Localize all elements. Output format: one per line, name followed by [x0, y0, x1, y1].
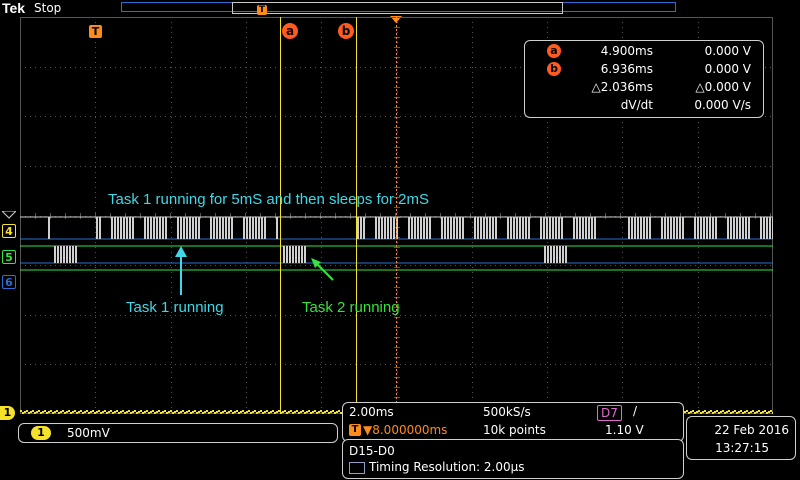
top-status-bar: Tek Stop T	[0, 0, 800, 23]
cursor-b-marker[interactable]: b	[338, 23, 354, 39]
record-length: 10k points	[483, 423, 546, 437]
record-view-window[interactable]	[232, 2, 563, 14]
annotation-task1: Task 1 running	[126, 299, 224, 316]
cursor-a-time: 4.900ms	[600, 44, 653, 58]
slope-value: 0.000 V/s	[694, 98, 751, 112]
trigger-slope-icon: /	[633, 404, 638, 418]
channel-1-badge: 1	[31, 426, 51, 440]
channel-6-tag[interactable]: 6	[2, 275, 16, 289]
trigger-level: 1.10 V	[605, 423, 644, 437]
trigger-position-badge: T	[349, 424, 361, 436]
delta-time: △2.036ms	[591, 80, 653, 94]
channel-1-scale: 500mV	[67, 426, 110, 440]
horizontal-trigger-panel[interactable]: 2.00ms 500kS/s D7 / T ▼8.000000ms 10k po…	[342, 402, 684, 442]
bottom-status-area: 1 500mV 2.00ms 500kS/s D7 / T ▼8.000000m…	[0, 402, 800, 480]
cursor-a-value: 0.000 V	[704, 44, 751, 58]
slope-label: dV/dt	[620, 98, 653, 112]
annotation-task2: Task 2 running	[302, 299, 400, 316]
trigger-source-badge: D7	[597, 405, 622, 421]
sample-rate: 500kS/s	[483, 405, 531, 419]
timing-resolution: Timing Resolution: 2.00µs	[369, 460, 525, 474]
acquisition-status: Stop	[34, 1, 62, 15]
cursor-b-time: 6.936ms	[600, 62, 653, 76]
readout-b-icon: b	[547, 62, 561, 76]
date-time-panel: 22 Feb 2016 13:27:15	[686, 416, 796, 460]
digital-trigger-level-icon	[2, 211, 16, 219]
trigger-marker[interactable]: T	[89, 25, 102, 38]
readout-a-icon: a	[547, 44, 561, 58]
timing-resolution-icon	[349, 462, 365, 474]
trigger-position: ▼8.000000ms	[363, 423, 448, 437]
date: 22 Feb 2016	[714, 423, 789, 437]
digital-group-label: D15-D0	[349, 444, 395, 458]
channel-4-tag[interactable]: 4	[2, 224, 16, 238]
channel-5-tag[interactable]: 5	[2, 250, 16, 264]
record-trigger-marker: T	[257, 5, 267, 15]
time-per-division: 2.00ms	[349, 405, 394, 419]
cursor-a-marker[interactable]: a	[282, 23, 298, 39]
delta-value: △0.000 V	[695, 80, 751, 94]
annotation-headline: Task 1 running for 5mS and then sleeps f…	[108, 191, 430, 208]
brand-logo: Tek	[2, 0, 26, 16]
cursor-b-value: 0.000 V	[704, 62, 751, 76]
channel-1-panel[interactable]: 1 500mV	[18, 423, 338, 443]
cursor-readout-panel: a 4.900ms 0.000 V b 6.936ms 0.000 V △2.0…	[524, 40, 764, 118]
time: 13:27:15	[715, 441, 769, 455]
digital-bus-panel[interactable]: D15-D0 Timing Resolution: 2.00µs	[342, 439, 684, 479]
